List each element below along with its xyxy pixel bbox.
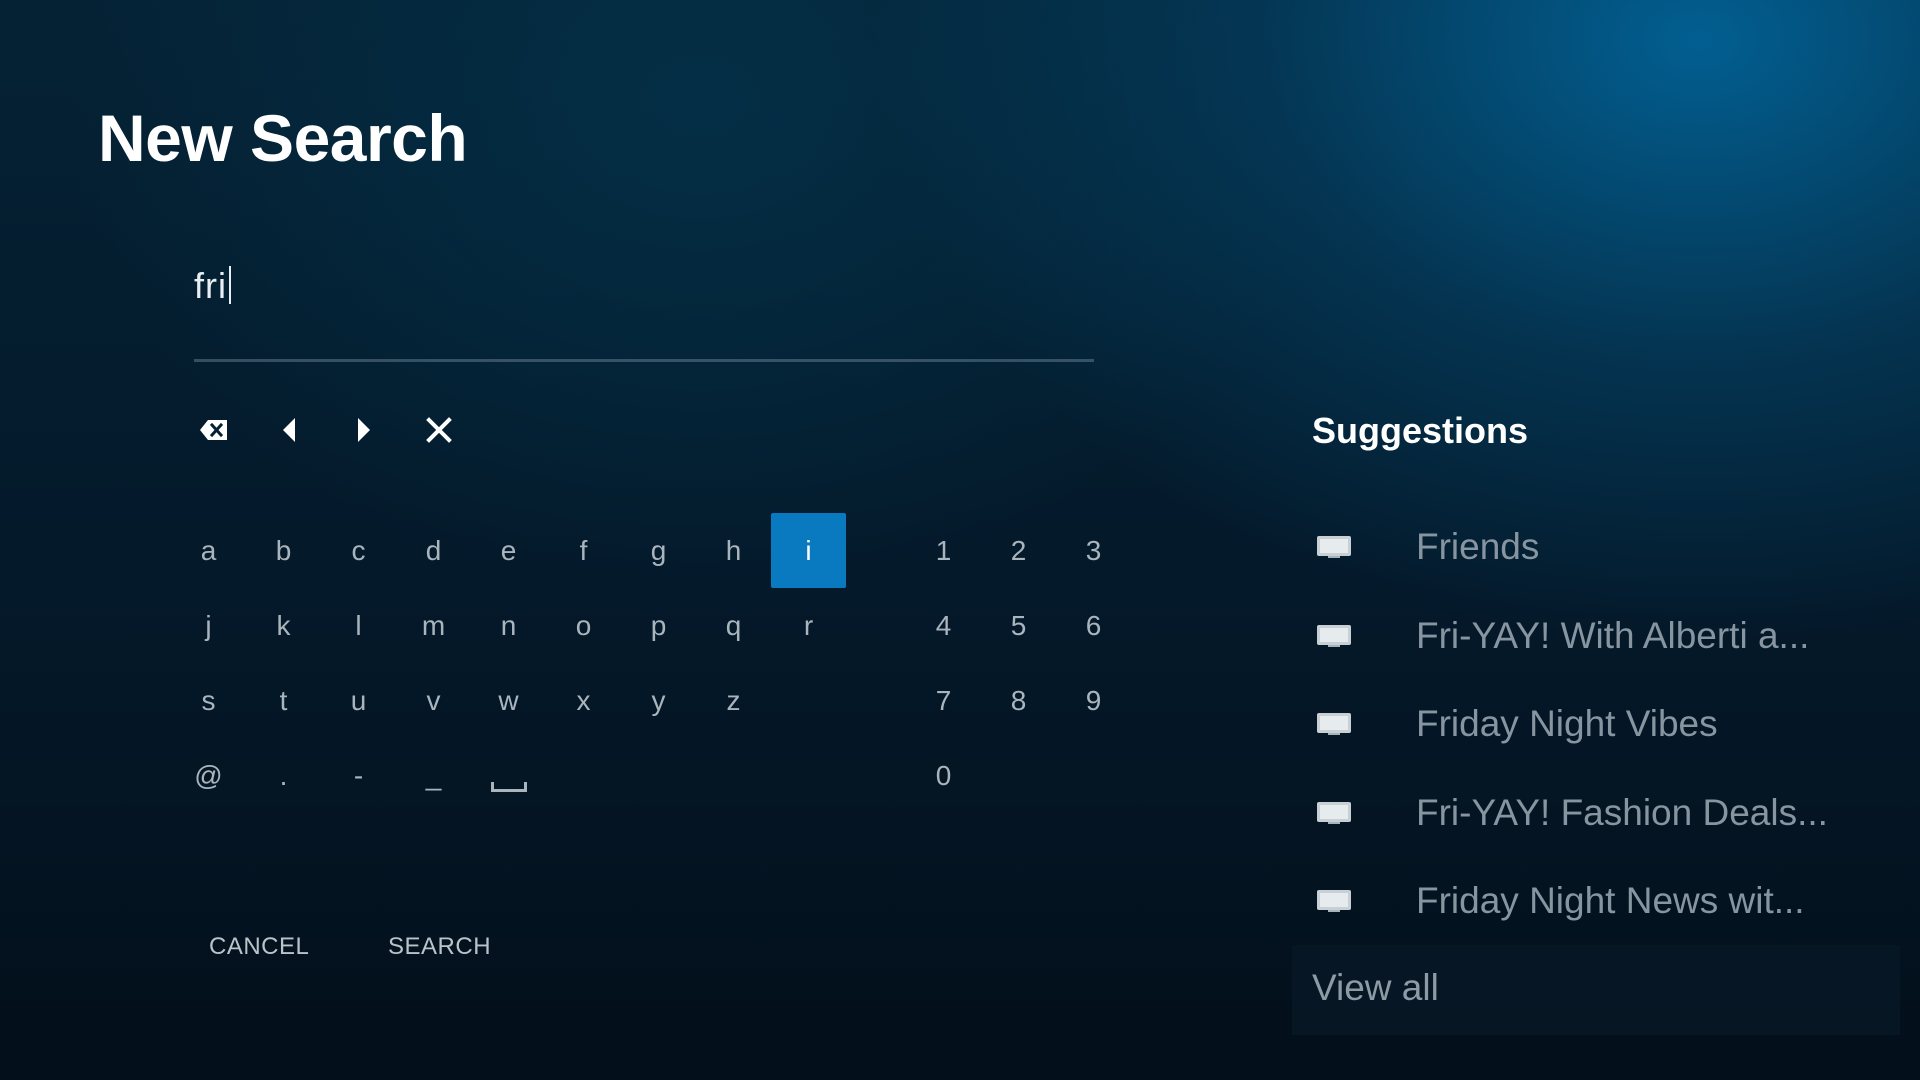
key-1[interactable]: 1: [906, 513, 981, 588]
key-s[interactable]: s: [171, 663, 246, 738]
clear-icon: [426, 417, 452, 443]
key-h[interactable]: h: [696, 513, 771, 588]
key-m[interactable]: m: [396, 588, 471, 663]
key-0[interactable]: 0: [906, 738, 981, 813]
key-9[interactable]: 9: [1056, 663, 1131, 738]
search-input[interactable]: fri: [194, 255, 1094, 363]
tv-icon: [1317, 536, 1351, 558]
tv-icon: [1317, 713, 1351, 735]
key-x[interactable]: x: [546, 663, 621, 738]
key-z[interactable]: z: [696, 663, 771, 738]
key-v[interactable]: v: [396, 663, 471, 738]
cursor-left-button[interactable]: [264, 405, 314, 455]
suggestion-item[interactable]: Fri-YAY! Fashion Deals...: [1310, 778, 1830, 848]
key-t[interactable]: t: [246, 663, 321, 738]
arrow-left-icon: [283, 418, 295, 442]
suggestion-item[interactable]: Friday Night News wit...: [1310, 866, 1830, 936]
key-f[interactable]: f: [546, 513, 621, 588]
suggestions-heading: Suggestions: [1312, 410, 1529, 451]
text-caret: [229, 266, 231, 304]
key-space[interactable]: [471, 738, 546, 813]
suggestion-item[interactable]: Friends: [1310, 512, 1830, 582]
key-c[interactable]: c: [321, 513, 396, 588]
view-all-label: View all: [1312, 967, 1439, 1008]
suggestion-label: Friday Night News wit...: [1416, 880, 1805, 921]
tv-icon: [1317, 890, 1351, 912]
suggestion-label: Friday Night Vibes: [1416, 703, 1718, 744]
key-4[interactable]: 4: [906, 588, 981, 663]
key-hyphen[interactable]: -: [321, 738, 396, 813]
suggestion-label: Fri-YAY! With Alberti a...: [1416, 615, 1810, 656]
key-b[interactable]: b: [246, 513, 321, 588]
key-o[interactable]: o: [546, 588, 621, 663]
tv-icon: [1317, 625, 1351, 647]
key-w[interactable]: w: [471, 663, 546, 738]
search-value: fri: [194, 265, 227, 306]
key-8[interactable]: 8: [981, 663, 1056, 738]
suggestion-label: Fri-YAY! Fashion Deals...: [1416, 792, 1828, 833]
page-title: New Search: [98, 101, 468, 175]
search-button[interactable]: SEARCH: [388, 933, 491, 961]
key-underscore[interactable]: _: [396, 738, 471, 813]
space-icon: [490, 781, 527, 792]
search-input-text: fri: [194, 265, 231, 307]
key-d[interactable]: d: [396, 513, 471, 588]
key-q[interactable]: q: [696, 588, 771, 663]
key-6[interactable]: 6: [1056, 588, 1131, 663]
key-u[interactable]: u: [321, 663, 396, 738]
key-3[interactable]: 3: [1056, 513, 1131, 588]
view-all-button[interactable]: View all: [1292, 945, 1900, 1035]
key-5[interactable]: 5: [981, 588, 1056, 663]
key-j[interactable]: j: [171, 588, 246, 663]
suggestion-item[interactable]: Fri-YAY! With Alberti a...: [1310, 601, 1830, 671]
key-7[interactable]: 7: [906, 663, 981, 738]
cursor-right-button[interactable]: [339, 405, 389, 455]
backspace-icon: [200, 420, 227, 440]
backspace-button[interactable]: [189, 405, 239, 455]
key-y[interactable]: y: [621, 663, 696, 738]
key-l[interactable]: l: [321, 588, 396, 663]
key-g[interactable]: g: [621, 513, 696, 588]
key-p[interactable]: p: [621, 588, 696, 663]
tv-icon: [1317, 802, 1351, 824]
key-k[interactable]: k: [246, 588, 321, 663]
key-n[interactable]: n: [471, 588, 546, 663]
key-i[interactable]: i: [771, 513, 846, 588]
suggestion-label: Friends: [1416, 526, 1540, 567]
key-r[interactable]: r: [771, 588, 846, 663]
cancel-button[interactable]: CANCEL: [209, 933, 309, 961]
key-at[interactable]: @: [171, 738, 246, 813]
key-period[interactable]: .: [246, 738, 321, 813]
arrow-right-icon: [358, 418, 370, 442]
search-input-underline: [194, 359, 1094, 362]
clear-button[interactable]: [414, 405, 464, 455]
key-a[interactable]: a: [171, 513, 246, 588]
key-2[interactable]: 2: [981, 513, 1056, 588]
key-e[interactable]: e: [471, 513, 546, 588]
suggestion-item[interactable]: Friday Night Vibes: [1310, 689, 1830, 759]
